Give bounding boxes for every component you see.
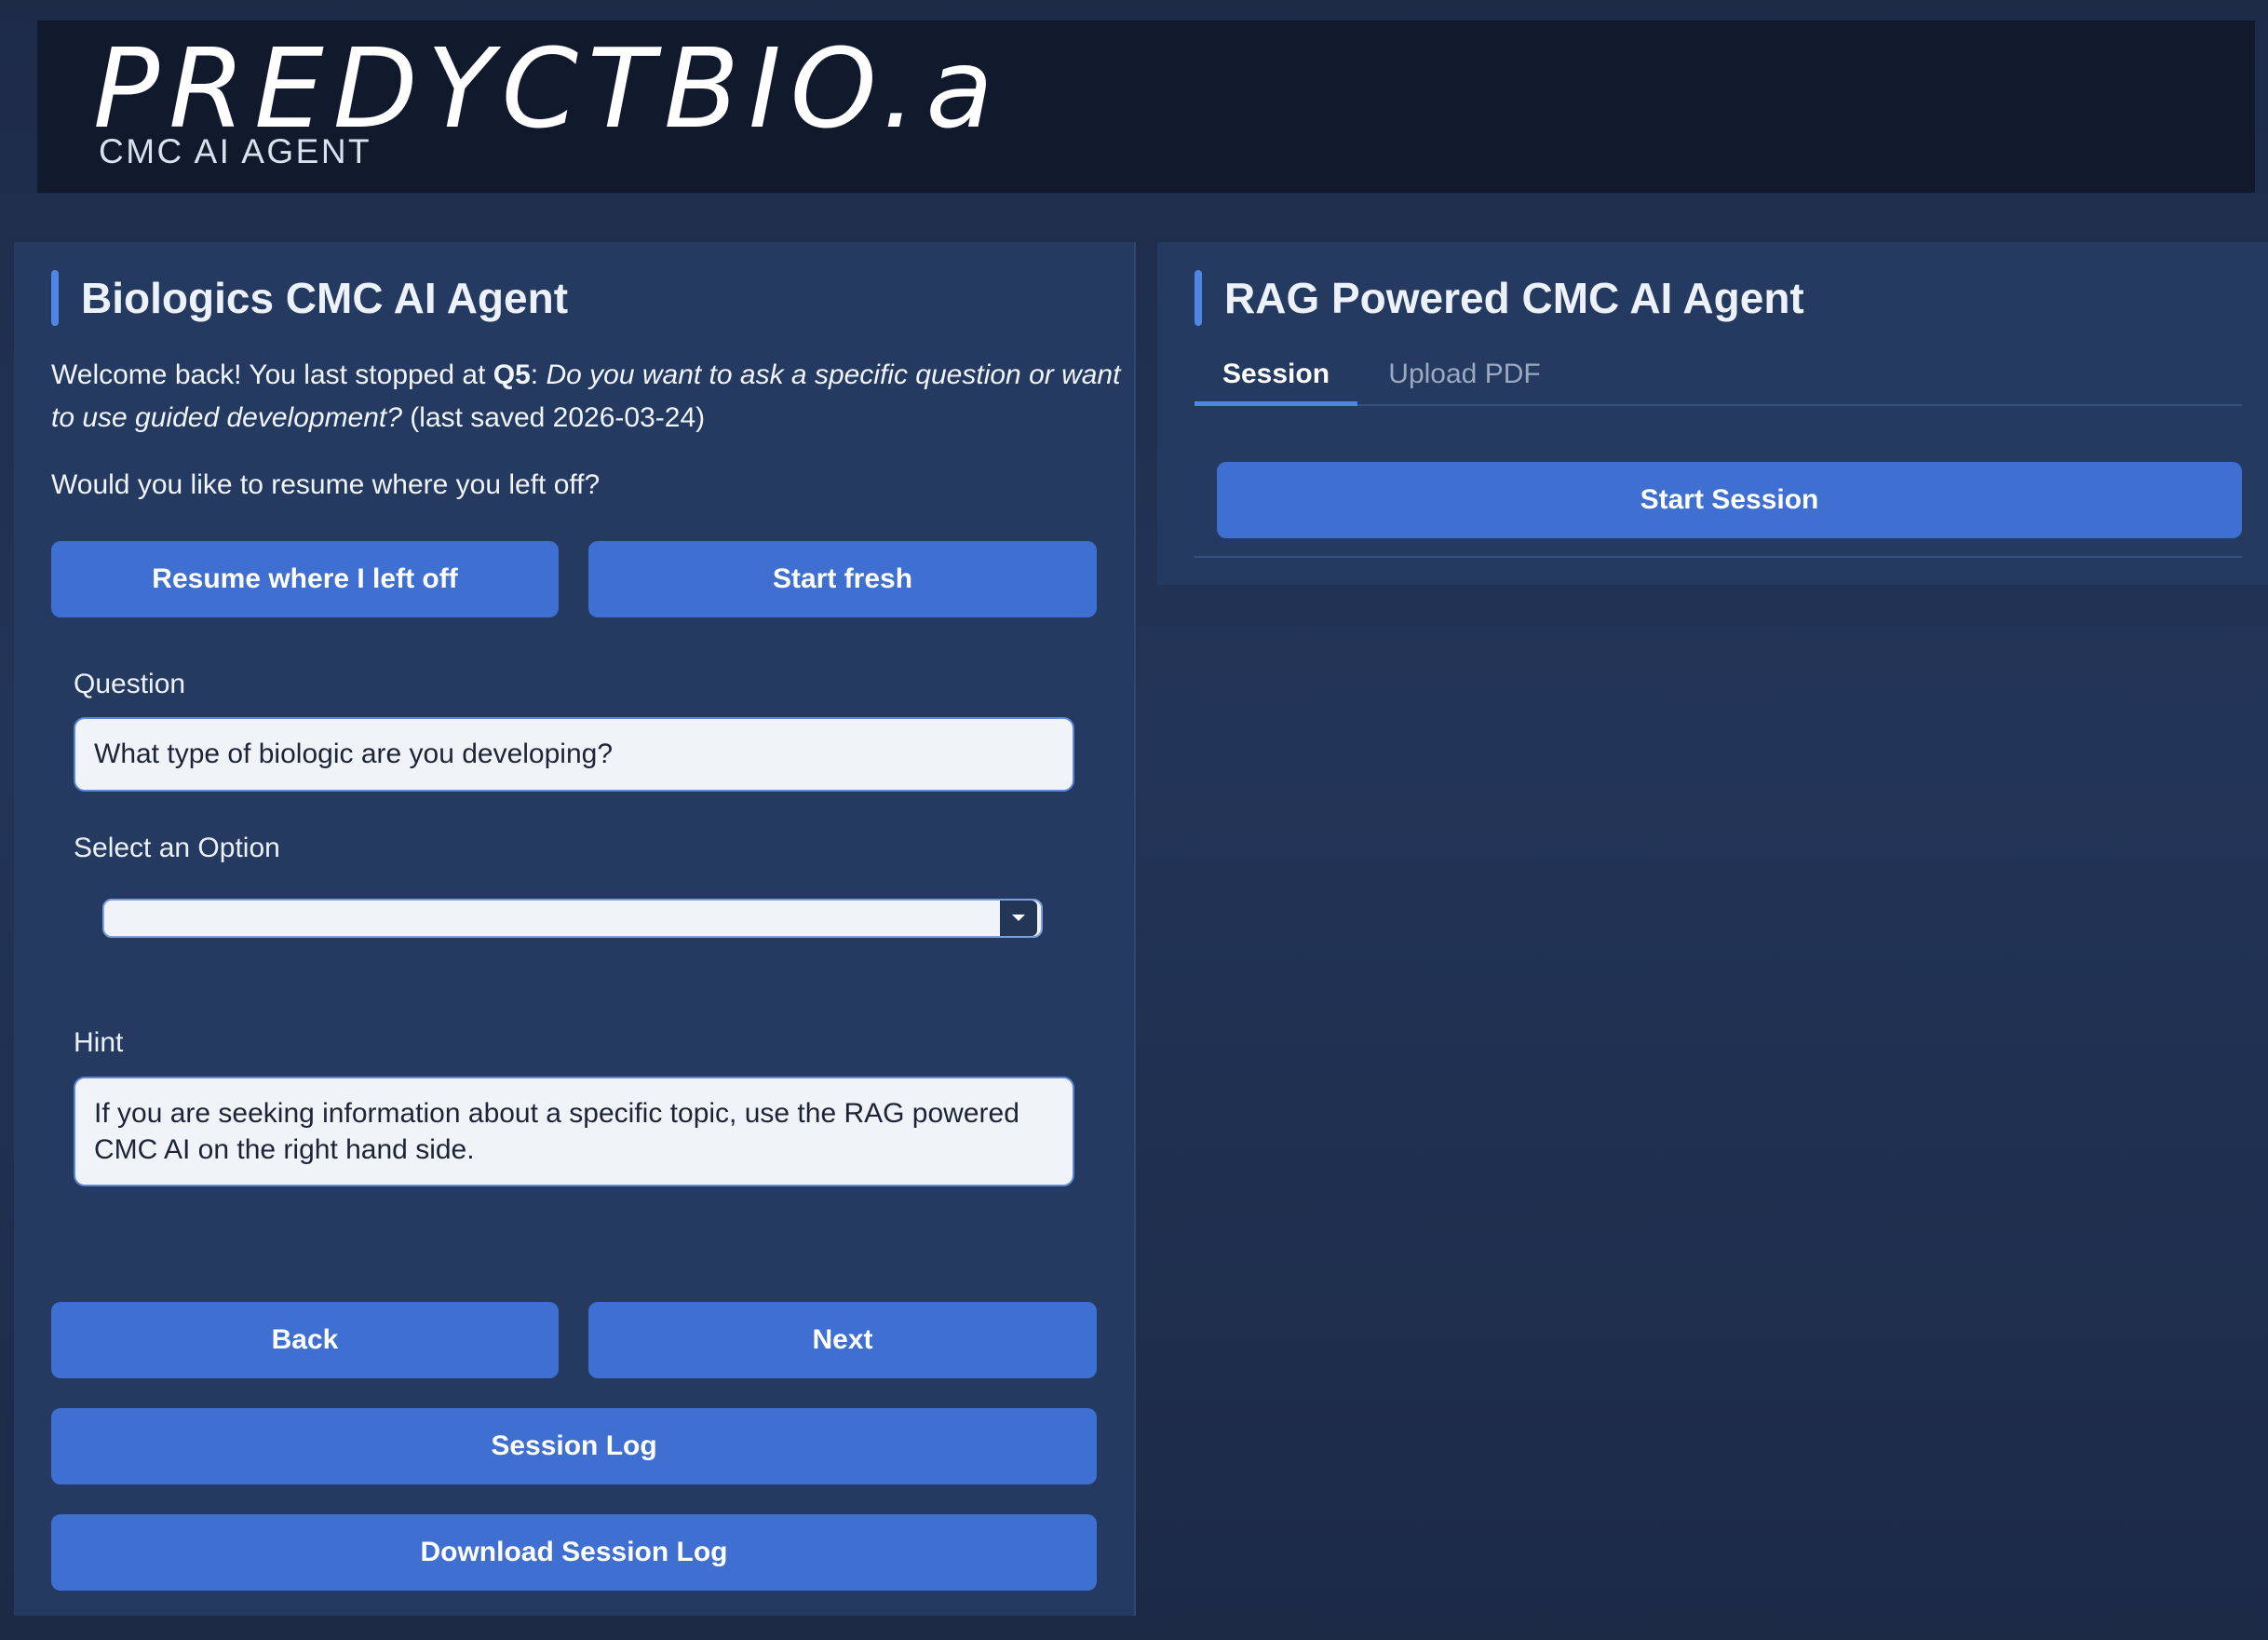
- hint-label: Hint: [74, 1027, 124, 1058]
- download-session-log-button[interactable]: Download Session Log: [51, 1514, 1097, 1591]
- tab-session[interactable]: Session: [1195, 345, 1357, 406]
- select-option-label: Select an Option: [74, 833, 280, 863]
- logo-text: PREDYCTBIO.ai: [93, 28, 987, 149]
- start-fresh-button[interactable]: Start fresh: [588, 541, 1097, 617]
- welcome-message: Welcome back! You last stopped at Q5: Do…: [51, 354, 1122, 440]
- tab-upload-pdf[interactable]: Upload PDF: [1357, 345, 1572, 404]
- rag-tabs: Session Upload PDF: [1195, 345, 2242, 406]
- resume-prompt: Would you like to resume where you left …: [51, 469, 601, 500]
- back-button[interactable]: Back: [51, 1302, 559, 1378]
- start-session-button[interactable]: Start Session: [1217, 462, 2242, 538]
- resume-button[interactable]: Resume where I left off: [51, 541, 559, 617]
- welcome-separator: :: [530, 359, 547, 390]
- chevron-down-icon[interactable]: [1000, 901, 1037, 936]
- hint-field[interactable]: If you are seeking information about a s…: [74, 1077, 1074, 1186]
- next-button[interactable]: Next: [588, 1302, 1097, 1378]
- rag-panel-title: RAG Powered CMC AI Agent: [1195, 270, 1804, 326]
- welcome-prefix: Welcome back! You last stopped at: [51, 359, 493, 390]
- app-header: PREDYCTBIO.ai CMC AI AGENT: [37, 20, 2255, 193]
- option-dropdown[interactable]: [102, 899, 1043, 938]
- session-log-button[interactable]: Session Log: [51, 1408, 1097, 1484]
- question-field[interactable]: What type of biologic are you developing…: [74, 717, 1074, 792]
- last-question-id: Q5: [493, 359, 531, 390]
- question-label: Question: [74, 669, 186, 699]
- app-subtitle: CMC AI AGENT: [99, 132, 372, 170]
- panel-divider: [1195, 556, 2242, 558]
- last-saved-note: (last saved 2026-03-24): [401, 402, 706, 433]
- panel-title: Biologics CMC AI Agent: [51, 270, 568, 326]
- predyctbio-logo: PREDYCTBIO.ai: [93, 28, 987, 149]
- biologics-agent-panel: Biologics CMC AI Agent Welcome back! You…: [14, 242, 1136, 1616]
- rag-agent-panel: RAG Powered CMC AI Agent Session Upload …: [1157, 242, 2268, 585]
